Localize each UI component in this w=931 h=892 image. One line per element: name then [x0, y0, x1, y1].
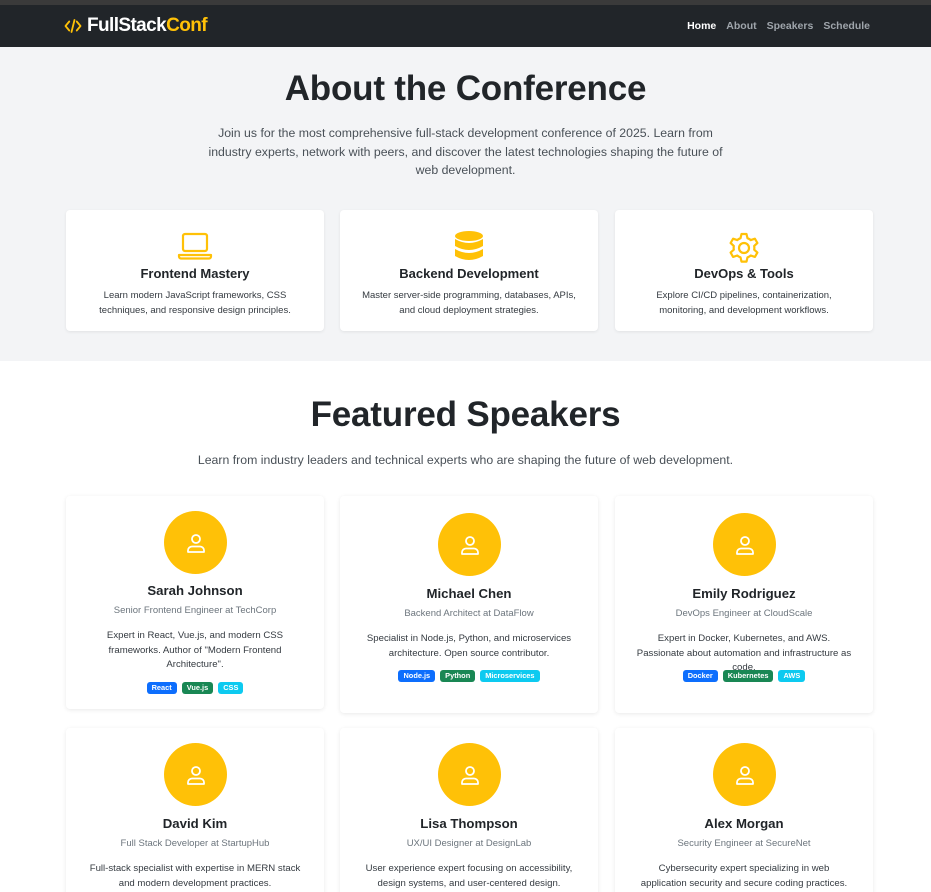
person-icon [186, 533, 205, 553]
feature-desc: Master server-side programming, database… [362, 290, 576, 316]
feature-title: DevOps & Tools [694, 266, 794, 281]
feature-card-devops: DevOps & Tools Explore CI/CD pipelines, … [615, 210, 873, 331]
laptop-icon [177, 232, 213, 260]
speaker-name: David Kim [162, 816, 228, 831]
speakers-title: Featured Speakers [310, 395, 621, 434]
feature-title: Frontend Mastery [140, 266, 250, 281]
nav-link-home[interactable]: Home [687, 20, 716, 32]
speaker-role: Full Stack Developer at StartupHub [120, 838, 270, 849]
speaker-name: Emily Rodriguez [692, 586, 796, 601]
speaker-bio: Specialist in Node.js, Python, and micro… [366, 633, 572, 659]
speaker-bio: Expert in React, Vue.js, and modern CSS … [106, 630, 284, 671]
avatar [164, 743, 227, 806]
tag-badge: Node.js [398, 670, 436, 682]
tag-badge: Microservices [480, 670, 540, 682]
gear-icon [729, 232, 759, 263]
nav-link-about[interactable]: About [726, 20, 756, 32]
speaker-tags: Node.js Python Microservices [340, 670, 598, 682]
avatar [713, 513, 776, 576]
tag-badge: React [146, 682, 177, 694]
avatar [438, 743, 501, 806]
speaker-role: Backend Architect at DataFlow [404, 608, 534, 619]
speaker-card: Sarah Johnson Senior Frontend Engineer a… [66, 496, 324, 709]
about-section: About the Conference Join us for the mos… [0, 47, 931, 361]
speaker-name: Alex Morgan [704, 816, 784, 831]
navbar: FullStack Conf Home About Speakers Schedu… [0, 5, 931, 47]
speaker-role: Senior Frontend Engineer at TechCorp [113, 605, 277, 616]
brand-name-part1: FullStack [87, 15, 167, 36]
avatar [713, 743, 776, 806]
speakers-lead: Learn from industry leaders and technica… [197, 453, 734, 467]
tag-badge: Docker [682, 670, 718, 682]
speaker-tags: Docker Kubernetes AWS [615, 670, 873, 682]
feature-title: Backend Development [399, 266, 539, 281]
avatar [438, 513, 501, 576]
speaker-card: Lisa Thompson UX/UI Designer at DesignLa… [340, 728, 598, 892]
about-lead: Join us for the most comprehensive full-… [208, 126, 723, 177]
nav-link-schedule[interactable]: Schedule [823, 20, 870, 32]
person-icon [735, 535, 754, 555]
speaker-card: Michael Chen Backend Architect at DataFl… [340, 496, 598, 713]
nav-link-speakers[interactable]: Speakers [767, 20, 814, 32]
speaker-card: Emily Rodriguez DevOps Engineer at Cloud… [615, 496, 873, 713]
speaker-role: Security Engineer at SecureNet [677, 838, 811, 849]
speaker-name: Michael Chen [426, 586, 512, 601]
speaker-tags: React Vue.js CSS [66, 682, 324, 694]
tag-badge: Kubernetes [722, 670, 774, 682]
speakers-section: Featured Speakers Learn from industry le… [0, 361, 931, 892]
speaker-bio: User experience expert focusing on acces… [365, 863, 573, 889]
person-icon [460, 535, 479, 555]
person-icon [735, 765, 754, 785]
speaker-name: Lisa Thompson [420, 816, 518, 831]
code-icon [64, 19, 82, 33]
main-nav: Home About Speakers Schedule [687, 20, 870, 32]
person-icon [460, 765, 479, 785]
tag-badge: CSS [218, 682, 244, 694]
speaker-name: Sarah Johnson [147, 583, 243, 598]
tag-badge: Vue.js [181, 682, 214, 694]
speaker-card: Alex Morgan Security Engineer at SecureN… [615, 728, 873, 892]
feature-card-backend: Backend Development Master server-side p… [340, 210, 598, 331]
speaker-role: UX/UI Designer at DesignLab [406, 838, 532, 849]
feature-desc: Explore CI/CD pipelines, containerizatio… [656, 290, 832, 316]
speaker-bio: Cybersecurity expert specializing in web… [640, 863, 848, 889]
speaker-card: David Kim Full Stack Developer at Startu… [66, 728, 324, 892]
speaker-bio: Full-stack specialist with expertise in … [89, 863, 301, 889]
about-title: About the Conference [284, 69, 647, 108]
feature-desc: Learn modern JavaScript frameworks, CSS … [99, 290, 291, 316]
feature-card-frontend: Frontend Mastery Learn modern JavaScript… [66, 210, 324, 331]
person-icon [186, 765, 205, 785]
database-icon [455, 231, 483, 260]
avatar [164, 511, 227, 574]
tag-badge: Python [440, 670, 476, 682]
brand-logo[interactable]: FullStack Conf [64, 15, 208, 37]
brand-name-part2: Conf [166, 15, 207, 36]
speaker-role: DevOps Engineer at CloudScale [675, 608, 813, 619]
tag-badge: AWS [778, 670, 806, 682]
